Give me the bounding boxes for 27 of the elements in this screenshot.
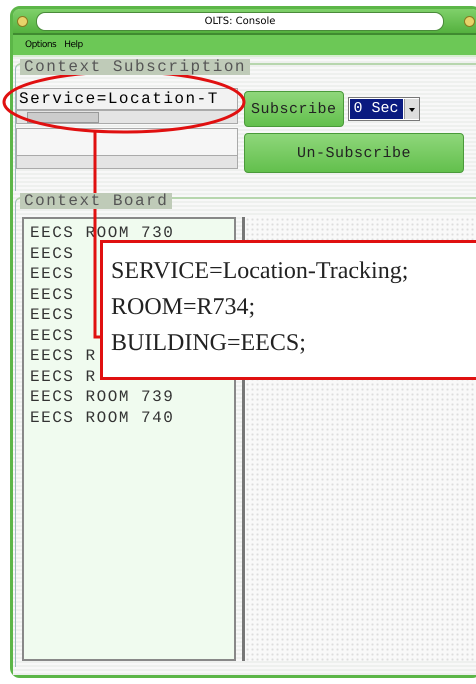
subscribe-button[interactable]: Subscribe — [244, 91, 344, 127]
unsubscribe-button[interactable]: Un-Subscribe — [244, 133, 464, 173]
scroll-bar[interactable] — [16, 110, 238, 124]
subscription-field[interactable]: Service=Location-T — [16, 88, 238, 110]
window-button-icon[interactable] — [464, 16, 475, 26]
callout-text: BUILDING=EECS; — [111, 329, 307, 358]
list-box[interactable] — [16, 128, 238, 155]
list-item[interactable]: EECS ROOM 740 — [30, 408, 174, 428]
list-item[interactable]: EECS — [30, 326, 74, 346]
window-title: OLTS: Console — [36, 12, 444, 30]
list-item[interactable]: EECS — [30, 305, 74, 326]
caret-icon[interactable] — [404, 99, 419, 119]
list-item[interactable]: EECS — [30, 244, 74, 264]
menu-item[interactable]: Help — [64, 40, 83, 50]
interval-dropdown[interactable]: 0 Sec — [348, 97, 420, 121]
group-legend: Context Subscription — [20, 59, 250, 75]
menu-item[interactable]: Options — [25, 40, 56, 50]
list-item[interactable]: EECS — [30, 284, 74, 305]
scroll-bar[interactable] — [16, 155, 238, 169]
list-item[interactable]: EECS — [30, 264, 74, 284]
list-item[interactable]: EECS R — [30, 366, 97, 387]
group-legend: Context Board — [20, 193, 172, 209]
callout-text: ROOM=R734; — [111, 293, 256, 322]
list-item[interactable]: EECS R — [30, 346, 97, 366]
window-button-icon[interactable] — [17, 16, 28, 26]
callout-text: SERVICE=Location-Tracking; — [111, 257, 410, 286]
list-item[interactable]: EECS ROOM 739 — [30, 387, 174, 408]
